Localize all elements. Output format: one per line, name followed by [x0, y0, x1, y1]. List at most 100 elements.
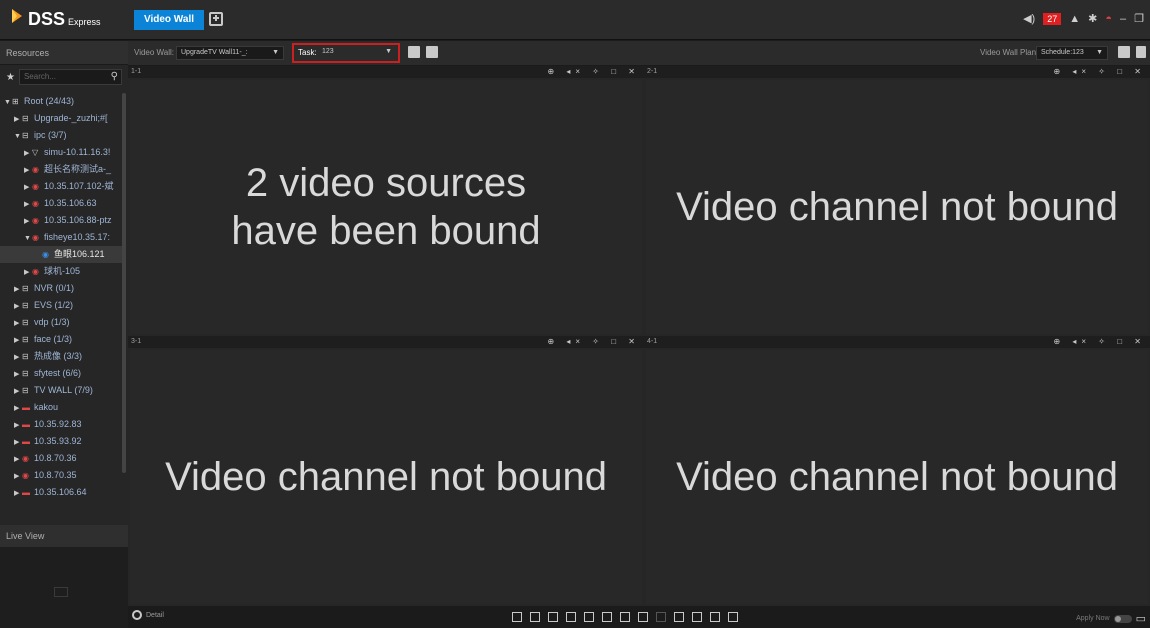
expand-right-icon[interactable]: ▶	[24, 213, 32, 229]
plan-select[interactable]: Schedule:123 ▼	[1036, 46, 1108, 60]
tree-item[interactable]: ▶ ⊟ face (1/3)	[0, 331, 124, 348]
settings-icon[interactable]: ✱	[1088, 12, 1097, 25]
plan-list-icon[interactable]	[1136, 46, 1146, 58]
live-view-title[interactable]: Live View	[0, 525, 128, 547]
tree-item[interactable]: ▶ ⊟ EVS (1/2)	[0, 297, 124, 314]
search-input[interactable]: Search... ⚲	[18, 69, 122, 85]
wall-window-4[interactable]: 4-1 ⊕ ◂× ✧ □ ✕ Video channel not bound	[644, 336, 1150, 606]
tree-item[interactable]: ▶ ⊟ vdp (1/3)	[0, 314, 124, 331]
expand-right-icon[interactable]: ▶	[14, 298, 22, 314]
layout-1-icon[interactable]	[512, 612, 522, 622]
restore-icon[interactable]: ❐	[1134, 12, 1144, 25]
expand-right-icon[interactable]: ▶	[14, 383, 22, 399]
app-edition: Express	[68, 17, 101, 27]
expand-right-icon[interactable]: ▶	[14, 366, 22, 382]
clear-icon[interactable]	[656, 612, 666, 622]
window-controls[interactable]: ⊕ ◂× ✧ □ ✕	[547, 336, 640, 348]
window-id: 3-1	[131, 338, 142, 345]
tree-item[interactable]: ▶ ◉ 10.35.106.88-ptz	[0, 212, 124, 229]
tree-item[interactable]: ▶ ⊟ NVR (0/1)	[0, 280, 124, 297]
camera-red-icon: ◉	[32, 182, 39, 191]
wall-window-2[interactable]: 2-1 ⊕ ◂× ✧ □ ✕ Video channel not bound	[644, 66, 1150, 336]
expand-right-icon[interactable]: ▶	[24, 162, 32, 178]
expand-right-icon[interactable]: ▶	[14, 281, 22, 297]
expand-down-icon[interactable]: ▼	[14, 128, 22, 144]
window-controls[interactable]: ⊕ ◂× ✧ □ ✕	[547, 66, 640, 78]
tree-item[interactable]: ▶ ◉ 10.35.106.63	[0, 195, 124, 212]
detail-toggle[interactable]: Detail	[132, 610, 164, 620]
layout-4-icon[interactable]	[530, 612, 540, 622]
tab-video-wall[interactable]: Video Wall	[134, 10, 204, 30]
tree-item-label: kakou	[34, 402, 59, 412]
expand-right-icon[interactable]: ▶	[24, 179, 32, 195]
tree-item[interactable]: ▶ ▬ kakou	[0, 399, 124, 416]
tree-item[interactable]: ▶ ▬ 10.35.106.64	[0, 484, 124, 501]
app-name: DSS	[28, 9, 66, 29]
performance-icon[interactable]: ◓	[1105, 13, 1112, 25]
task-select[interactable]: 123 ▼	[318, 46, 396, 60]
tree-item[interactable]: ▼⊟ ipc (3/7)	[0, 127, 124, 144]
tree-item[interactable]: ▼⊞ Root (24/43)	[0, 93, 124, 110]
monitor-icon[interactable]	[728, 612, 738, 622]
screen-list-icon[interactable]	[710, 612, 720, 622]
tree-item[interactable]: ▶ ◉ 10.8.70.35	[0, 467, 124, 484]
video-wall-select[interactable]: UpgradeTV Wall11-_: ▼	[176, 46, 284, 60]
tree-item[interactable]: ▼◉ fisheye10.35.17:	[0, 229, 124, 246]
expand-right-icon[interactable]: ▶	[24, 196, 32, 212]
expand-right-icon[interactable]: ▶	[14, 417, 22, 433]
home-icon[interactable]	[638, 612, 648, 622]
layout-36-icon[interactable]	[584, 612, 594, 622]
tree-item[interactable]: ▶ ⊟ TV WALL (7/9)	[0, 382, 124, 399]
tree-item-label: face (1/3)	[34, 334, 73, 344]
layout-64-icon[interactable]	[602, 612, 612, 622]
expand-right-icon[interactable]: ▶	[24, 145, 32, 161]
expand-right-icon[interactable]: ▶	[14, 485, 22, 501]
search-icon[interactable]: ⚲	[111, 70, 118, 84]
apply-now-toggle[interactable]	[1113, 614, 1132, 623]
minimize-icon[interactable]: –	[1120, 13, 1126, 25]
window-controls[interactable]: ⊕ ◂× ✧ □ ✕	[1053, 66, 1146, 78]
layout-9-icon[interactable]	[548, 612, 558, 622]
tree-item[interactable]: ▶ ⊟ 热成像 (3/3)	[0, 348, 124, 365]
plan-config-icon[interactable]	[1118, 46, 1130, 58]
expand-right-icon[interactable]: ▶	[14, 451, 22, 467]
edit-layout-icon[interactable]	[620, 612, 630, 622]
expand-right-icon[interactable]: ▶	[14, 349, 22, 365]
expand-right-icon[interactable]: ▶	[24, 264, 32, 280]
save-icon[interactable]	[408, 46, 420, 58]
alarm-sound-icon[interactable]: ◀)	[1023, 12, 1035, 25]
window-controls[interactable]: ⊕ ◂× ✧ □ ✕	[1053, 336, 1146, 348]
tree-item[interactable]: ◉ 鱼眼106.121	[0, 246, 124, 263]
expand-right-icon[interactable]: ▶	[14, 111, 22, 127]
tree-item[interactable]: ▶ ⊟ Upgrade-_zuzhi;#[	[0, 110, 124, 127]
expand-right-icon[interactable]: ▶	[14, 468, 22, 484]
wall-screen-icon[interactable]: ▭	[1136, 612, 1146, 625]
fullscreen-icon[interactable]	[692, 612, 702, 622]
tree-item[interactable]: ▶ ⊟ sfytest (6/6)	[0, 365, 124, 382]
tree-scrollbar[interactable]	[122, 93, 126, 473]
window-message: 2 video sources have been bound	[130, 80, 642, 334]
wall-window-1[interactable]: 1-1 ⊕ ◂× ✧ □ ✕ 2 video sources have been…	[128, 66, 644, 336]
tree-item[interactable]: ▶ ◉ 10.8.70.36	[0, 450, 124, 467]
alarm-count-badge[interactable]: 27	[1043, 12, 1062, 25]
expand-right-icon[interactable]: ▶	[14, 315, 22, 331]
add-tab-icon[interactable]	[209, 12, 223, 26]
tree-item[interactable]: ▶ ▬ 10.35.92.83	[0, 416, 124, 433]
tree-item[interactable]: ▶ ◉ 球机-105	[0, 263, 124, 280]
wall-window-3[interactable]: 3-1 ⊕ ◂× ✧ □ ✕ Video channel not bound	[128, 336, 644, 606]
tree-item[interactable]: ▶ ◉ 超长名称测试a-_	[0, 161, 124, 178]
tree-item[interactable]: ▶ ▬ 10.35.93.92	[0, 433, 124, 450]
favorite-star-icon[interactable]: ★	[6, 72, 15, 83]
lock-icon[interactable]	[674, 612, 684, 622]
expand-right-icon[interactable]: ▶	[14, 332, 22, 348]
expand-down-icon[interactable]: ▼	[4, 94, 12, 110]
tree-item[interactable]: ▶ ◉ 10.35.107.102-斌	[0, 178, 124, 195]
tree-item[interactable]: ▶ ▽ simu-10.11.16.3!	[0, 144, 124, 161]
expand-down-icon[interactable]: ▼	[24, 230, 32, 246]
layout-16-icon[interactable]	[566, 612, 576, 622]
expand-right-icon[interactable]: ▶	[14, 400, 22, 416]
expand-right-icon[interactable]: ▶	[14, 434, 22, 450]
org-icon: ⊟	[22, 369, 29, 378]
user-icon[interactable]: ▲	[1069, 13, 1080, 25]
save-as-icon[interactable]	[426, 46, 438, 58]
